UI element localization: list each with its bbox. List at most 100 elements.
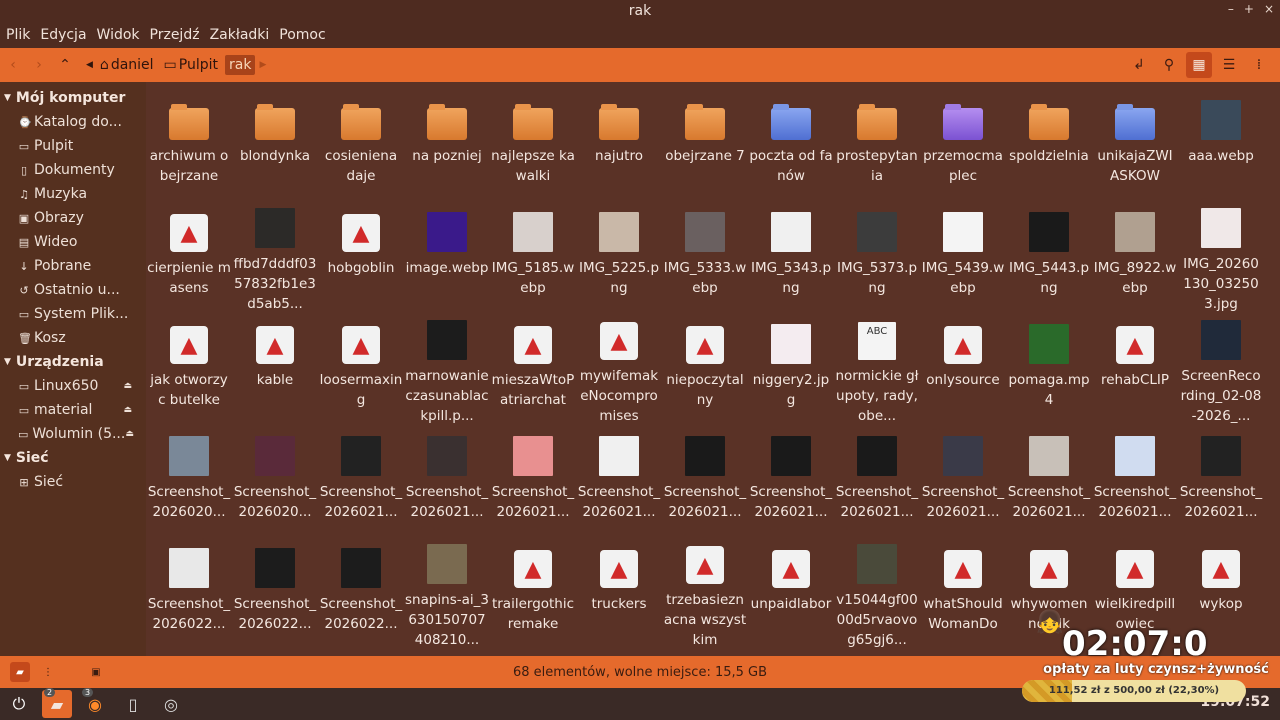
file-item[interactable]: ABC normickie głupoty, rady, obe... xyxy=(834,314,920,426)
sidebar-item[interactable]: ▭ material ⏏ xyxy=(0,398,146,422)
file-item[interactable]: obejrzane 7 xyxy=(662,90,748,202)
file-item[interactable]: Screenshot_2026021... xyxy=(834,426,920,538)
file-item[interactable]: IMG_5185.webp xyxy=(490,202,576,314)
file-item[interactable]: IMG_5333.webp xyxy=(662,202,748,314)
sidebar-item[interactable]: ♫ Muzyka xyxy=(0,182,146,206)
task-firefox[interactable]: 3 ◉ xyxy=(80,688,110,718)
menu-bookmarks[interactable]: Zakładki xyxy=(210,27,270,43)
file-item[interactable]: aaa.webp xyxy=(1178,90,1264,202)
sidebar-item[interactable]: ⊞ Sieć xyxy=(0,470,146,494)
file-item[interactable]: spoldzielnia xyxy=(1006,90,1092,202)
file-item[interactable]: Screenshot_2026021... xyxy=(490,426,576,538)
file-item[interactable]: ▲ onlysource xyxy=(920,314,1006,426)
task-terminal[interactable]: ▯ xyxy=(118,690,148,718)
file-item[interactable]: cosieniena daje xyxy=(318,90,404,202)
file-item[interactable]: ▲ niepoczytalny xyxy=(662,314,748,426)
file-item[interactable]: na pozniej xyxy=(404,90,490,202)
sidebar-item[interactable]: ▭ Wolumin (5... ⏏ xyxy=(0,422,146,446)
file-item[interactable]: Screenshot_2026021... xyxy=(1092,426,1178,538)
breadcrumb-current[interactable]: rak xyxy=(225,55,256,75)
sidebar-item[interactable]: ↓ Pobrane xyxy=(0,254,146,278)
file-item[interactable]: najutro xyxy=(576,90,662,202)
sidebar-section[interactable]: ▼ Sieć xyxy=(0,446,146,470)
file-item[interactable]: ▲ cierpienie masens xyxy=(146,202,232,314)
file-item[interactable]: IMG_5439.webp xyxy=(920,202,1006,314)
sidebar-section[interactable]: ▼ Urządzenia xyxy=(0,350,146,374)
sidebar-item[interactable]: ▯ Dokumenty xyxy=(0,158,146,182)
file-item[interactable]: ScreenRecording_02-08-2026_... xyxy=(1178,314,1264,426)
menu-edit[interactable]: Edycja xyxy=(40,27,86,43)
breadcrumb-home[interactable]: ⌂ daniel xyxy=(97,55,157,75)
file-item[interactable]: poczta od fanów xyxy=(748,90,834,202)
list-view-button[interactable]: ☰ xyxy=(1216,52,1242,78)
file-item[interactable]: niggery2.jpg xyxy=(748,314,834,426)
file-item[interactable]: ▲ hobgoblin xyxy=(318,202,404,314)
task-obs[interactable]: ◎ xyxy=(156,690,186,718)
file-item[interactable]: prostepytania xyxy=(834,90,920,202)
file-item[interactable]: image.webp xyxy=(404,202,490,314)
menu-help[interactable]: Pomoc xyxy=(279,27,325,43)
compact-view-button[interactable]: ⁞ xyxy=(1246,52,1272,78)
file-item[interactable]: Screenshot_2026022... xyxy=(232,538,318,650)
file-item[interactable]: Screenshot_2026022... xyxy=(146,538,232,650)
scrollbar[interactable] xyxy=(1268,82,1280,656)
places-toggle-icon[interactable]: ▰ xyxy=(10,662,30,682)
file-item[interactable]: ▲ mieszaWtoPatriarchat xyxy=(490,314,576,426)
file-item[interactable]: Screenshot_2026021... xyxy=(318,426,404,538)
file-item[interactable]: najlepsze kawalki xyxy=(490,90,576,202)
sidebar-item[interactable]: 🗑 Kosz xyxy=(0,326,146,350)
file-item[interactable]: Screenshot_2026021... xyxy=(920,426,1006,538)
close-button[interactable]: × xyxy=(1264,2,1274,16)
file-item[interactable]: unikajaZWIASKOW xyxy=(1092,90,1178,202)
file-item[interactable]: ▲ unpaidlabor xyxy=(748,538,834,650)
icon-view-button[interactable]: ▦ xyxy=(1186,52,1212,78)
eject-icon[interactable]: ⏏ xyxy=(123,405,132,415)
file-item[interactable]: Screenshot_2026022... xyxy=(318,538,404,650)
up-button[interactable]: ⌃ xyxy=(52,52,78,78)
file-item[interactable]: IMG_20260130_032503.jpg xyxy=(1178,202,1264,314)
sidebar-section[interactable]: ▼ Mój komputer xyxy=(0,86,146,110)
file-item[interactable]: IMG_8922.webp xyxy=(1092,202,1178,314)
file-item[interactable]: ▲ trailergothicremake xyxy=(490,538,576,650)
file-item[interactable]: Screenshot_2026021... xyxy=(1006,426,1092,538)
sidebar-item[interactable]: ▭ Linux650 ⏏ xyxy=(0,374,146,398)
file-item[interactable]: ffbd7dddf0357832fb1e3d5ab5... xyxy=(232,202,318,314)
sidebar-item[interactable]: ↺ Ostatnio u... xyxy=(0,278,146,302)
file-item[interactable]: ▲ truckers xyxy=(576,538,662,650)
file-item[interactable]: Screenshot_2026021... xyxy=(576,426,662,538)
path-toggle-button[interactable]: ↲ xyxy=(1126,52,1152,78)
file-item[interactable]: snapins-ai_3630150707408210... xyxy=(404,538,490,650)
breadcrumb-prev-icon[interactable]: ◀ xyxy=(86,60,93,70)
file-item[interactable]: IMG_5373.png xyxy=(834,202,920,314)
minimize-button[interactable]: – xyxy=(1228,2,1234,16)
file-item[interactable]: Screenshot_2026021... xyxy=(748,426,834,538)
file-item[interactable]: pomaga.mp4 xyxy=(1006,314,1092,426)
search-button[interactable]: ⚲ xyxy=(1156,52,1182,78)
file-item[interactable]: ▲ mywifemakeNocompromises xyxy=(576,314,662,426)
file-item[interactable]: Screenshot_2026021... xyxy=(662,426,748,538)
file-item[interactable]: ▲ rehabCLIP xyxy=(1092,314,1178,426)
tree-toggle-icon[interactable]: ⋮ xyxy=(38,662,58,682)
task-files[interactable]: 2 ▰ xyxy=(42,688,72,718)
file-item[interactable]: Screenshot_2026021... xyxy=(1178,426,1264,538)
sidebar-item[interactable]: ⌚ Katalog do... xyxy=(0,110,146,134)
sidebar-item[interactable]: ▣ Obrazy xyxy=(0,206,146,230)
breadcrumb-desktop[interactable]: ▭ Pulpit xyxy=(161,55,221,75)
file-item[interactable]: marnowanieczasunablackpill.p... xyxy=(404,314,490,426)
file-item[interactable]: archiwum obejrzane xyxy=(146,90,232,202)
menu-go[interactable]: Przejdź xyxy=(150,27,200,43)
breadcrumb-next-icon[interactable]: ▶ xyxy=(259,60,266,70)
file-item[interactable]: Screenshot_2026020... xyxy=(232,426,318,538)
file-item[interactable]: ▲ kable xyxy=(232,314,318,426)
file-item[interactable]: IMG_5225.png xyxy=(576,202,662,314)
eject-icon[interactable]: ⏏ xyxy=(123,381,132,391)
hide-sidebar-icon[interactable]: ▣ xyxy=(86,662,106,682)
forward-button[interactable]: › xyxy=(26,52,52,78)
sidebar-item[interactable]: ▭ System Plik... xyxy=(0,302,146,326)
menu-launcher[interactable]: ⏻ xyxy=(4,690,34,718)
file-item[interactable]: Screenshot_2026020... xyxy=(146,426,232,538)
eject-icon[interactable]: ⏏ xyxy=(125,429,134,439)
file-item[interactable]: ▲ whatShouldWomanDo xyxy=(920,538,1006,650)
file-item[interactable]: v15044gf0000d5rvaovog65gj6... xyxy=(834,538,920,650)
back-button[interactable]: ‹ xyxy=(0,52,26,78)
